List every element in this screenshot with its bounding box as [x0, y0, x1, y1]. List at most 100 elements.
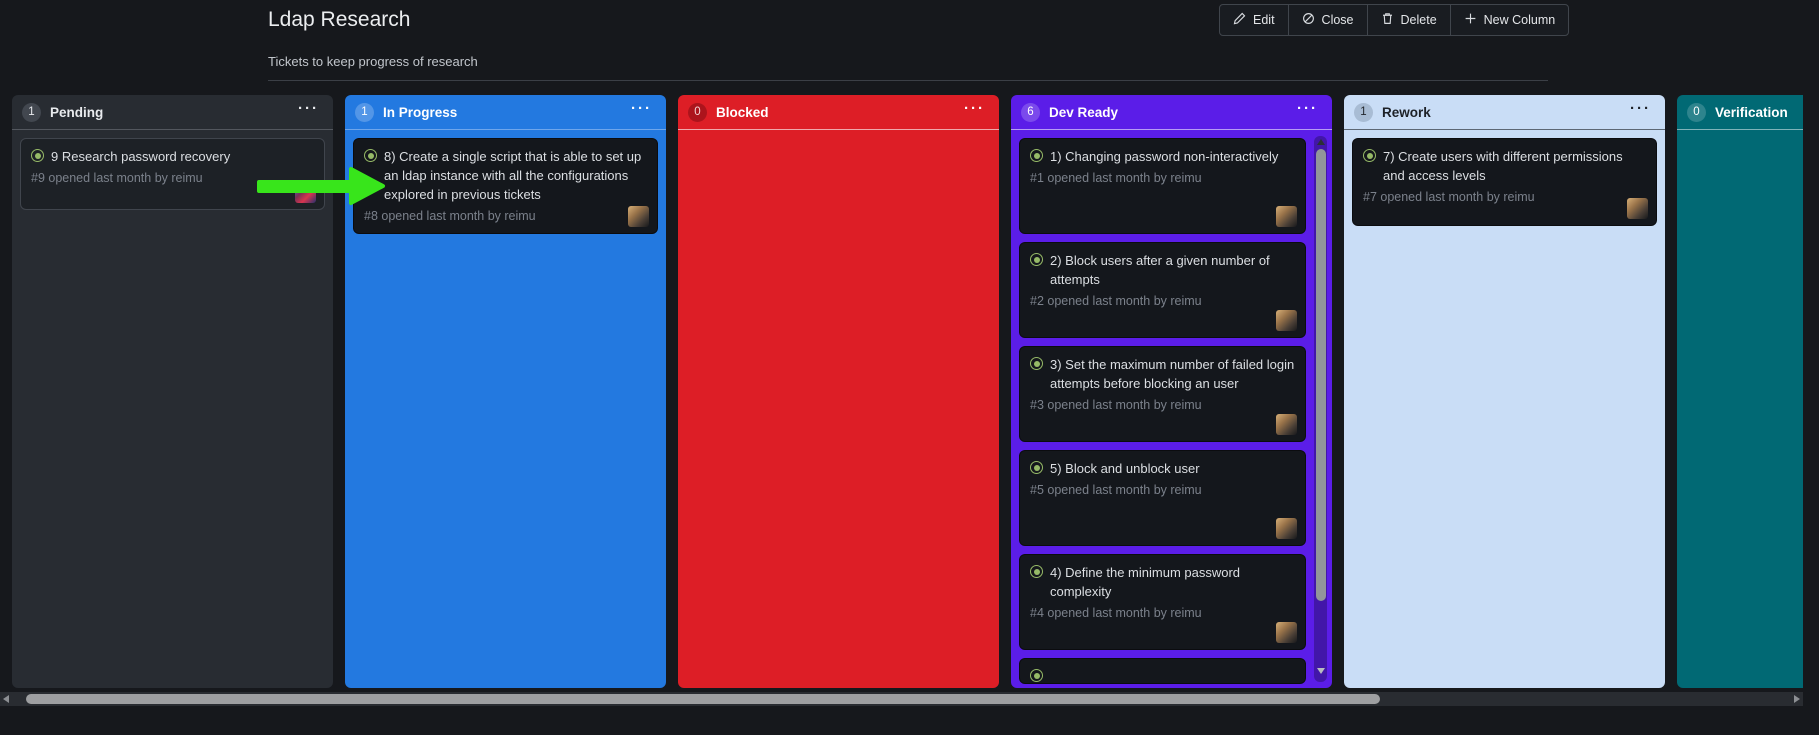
delete-button[interactable]: Delete — [1367, 4, 1451, 36]
open-issue-icon — [1030, 669, 1043, 682]
open-issue-icon — [1030, 565, 1043, 578]
issue-meta: #4 opened last month by reimu — [1030, 604, 1295, 622]
column-menu-button[interactable]: ··· — [296, 102, 321, 122]
open-issue-icon — [1030, 149, 1043, 162]
column-menu-button[interactable]: ··· — [1628, 102, 1653, 122]
column-count-badge: 1 — [22, 103, 41, 122]
column-title: In Progress — [383, 105, 620, 120]
column-cards: 7) Create users with different permissio… — [1344, 130, 1665, 688]
issue-title: 2) Block users after a given number of a… — [1050, 251, 1295, 289]
column-title: Dev Ready — [1049, 105, 1286, 120]
assignee-avatar[interactable] — [1276, 622, 1297, 643]
page-subtitle: Tickets to keep progress of research — [268, 54, 478, 69]
issue-card[interactable]: 3) Set the maximum number of failed logi… — [1019, 346, 1306, 442]
column-cards — [1677, 130, 1803, 688]
assignee-avatar[interactable] — [295, 182, 316, 203]
column-count-badge: 0 — [688, 103, 707, 122]
column-title: Rework — [1382, 105, 1619, 120]
toolbar-button-label: Edit — [1253, 13, 1275, 27]
issue-card[interactable] — [1019, 658, 1306, 684]
horizontal-scrollbar[interactable] — [0, 692, 1803, 706]
column-cards — [678, 130, 999, 688]
issue-title: 3) Set the maximum number of failed logi… — [1050, 355, 1295, 393]
board-column-inprogress: 1 In Progress ··· 8) Create a single scr… — [345, 95, 666, 688]
open-issue-icon — [364, 149, 377, 162]
scroll-left-arrow-icon[interactable] — [3, 695, 9, 703]
column-cards: 8) Create a single script that is able t… — [345, 130, 666, 688]
column-count-badge: 6 — [1021, 103, 1040, 122]
column-scrollbar[interactable] — [1314, 136, 1327, 682]
header-divider — [268, 80, 1548, 81]
open-issue-icon — [1030, 357, 1043, 370]
close-button[interactable]: Close — [1288, 4, 1368, 36]
column-header: 1 Pending ··· — [12, 95, 333, 130]
open-issue-icon — [1030, 253, 1043, 266]
column-menu-button[interactable]: ··· — [962, 102, 987, 122]
column-header: 6 Dev Ready ··· — [1011, 95, 1332, 130]
new-column-button[interactable]: New Column — [1450, 4, 1570, 36]
toolbar-button-label: New Column — [1484, 13, 1556, 27]
scroll-right-arrow-icon[interactable] — [1794, 695, 1800, 703]
issue-card[interactable]: 4) Define the minimum password complexit… — [1019, 554, 1306, 650]
scrollbar-down-arrow-icon[interactable] — [1317, 668, 1325, 674]
scrollbar-up-arrow-icon[interactable] — [1317, 139, 1325, 145]
issue-meta: #7 opened last month by reimu — [1363, 188, 1646, 206]
plus-icon — [1464, 12, 1477, 28]
column-header: 1 Rework ··· — [1344, 95, 1665, 130]
issue-card[interactable]: 9 Research password recovery #9 opened l… — [20, 138, 325, 210]
column-count-badge: 1 — [355, 103, 374, 122]
edit-button[interactable]: Edit — [1219, 4, 1289, 36]
assignee-avatar[interactable] — [1276, 310, 1297, 331]
open-issue-icon — [1030, 461, 1043, 474]
issue-card[interactable]: 8) Create a single script that is able t… — [353, 138, 658, 234]
column-header: 1 In Progress ··· — [345, 95, 666, 130]
open-issue-icon — [31, 149, 44, 162]
column-cards: 1) Changing password non-interactively #… — [1011, 130, 1332, 688]
issue-title: 7) Create users with different permissio… — [1383, 147, 1646, 185]
column-title: Blocked — [716, 105, 953, 120]
column-count-badge: 1 — [1354, 103, 1373, 122]
board-column-verification: 0 Verification ··· — [1677, 95, 1803, 688]
column-header: 0 Verification ··· — [1677, 95, 1803, 130]
issue-meta: #8 opened last month by reimu — [364, 207, 647, 225]
assignee-avatar[interactable] — [1276, 414, 1297, 435]
issue-title: 5) Block and unblock user — [1050, 459, 1200, 478]
assignee-avatar[interactable] — [1276, 206, 1297, 227]
issue-card[interactable]: 5) Block and unblock user #5 opened last… — [1019, 450, 1306, 546]
column-menu-button[interactable]: ··· — [1295, 102, 1320, 122]
issue-meta: #1 opened last month by reimu — [1030, 169, 1295, 187]
issue-card[interactable]: 7) Create users with different permissio… — [1352, 138, 1657, 226]
column-menu-button[interactable]: ··· — [629, 102, 654, 122]
pencil-icon — [1233, 12, 1246, 28]
horizontal-scrollbar-thumb[interactable] — [26, 694, 1380, 704]
project-toolbar: Edit Close Delete New Column — [1219, 4, 1569, 36]
open-issue-icon — [1363, 149, 1376, 162]
issue-title: 4) Define the minimum password complexit… — [1050, 563, 1295, 601]
issue-meta: #3 opened last month by reimu — [1030, 396, 1295, 414]
column-title: Verification — [1715, 105, 1803, 120]
issue-meta: #2 opened last month by reimu — [1030, 292, 1295, 310]
issue-title: 8) Create a single script that is able t… — [384, 147, 647, 204]
assignee-avatar[interactable] — [1627, 198, 1648, 219]
kanban-board: 1 Pending ··· 9 Research password recove… — [12, 95, 1803, 688]
trash-icon — [1381, 12, 1394, 28]
column-cards: 9 Research password recovery #9 opened l… — [12, 130, 333, 688]
board-column-rework: 1 Rework ··· 7) Create users with differ… — [1344, 95, 1665, 688]
column-count-badge: 0 — [1687, 103, 1706, 122]
assignee-avatar[interactable] — [1276, 518, 1297, 539]
page-title: Ldap Research — [268, 8, 410, 32]
scrollbar-thumb[interactable] — [1316, 149, 1326, 601]
issue-card[interactable]: 1) Changing password non-interactively #… — [1019, 138, 1306, 234]
circle-slash-icon — [1302, 12, 1315, 28]
issue-meta: #5 opened last month by reimu — [1030, 481, 1295, 499]
assignee-avatar[interactable] — [628, 206, 649, 227]
issue-title: 9 Research password recovery — [51, 147, 230, 166]
board-column-devready: 6 Dev Ready ··· 1) Changing password non… — [1011, 95, 1332, 688]
board-column-blocked: 0 Blocked ··· — [678, 95, 999, 688]
column-header: 0 Blocked ··· — [678, 95, 999, 130]
issue-card[interactable]: 2) Block users after a given number of a… — [1019, 242, 1306, 338]
board-column-pending: 1 Pending ··· 9 Research password recove… — [12, 95, 333, 688]
issue-title: 1) Changing password non-interactively — [1050, 147, 1278, 166]
issue-meta: #9 opened last month by reimu — [31, 169, 314, 187]
toolbar-button-label: Delete — [1401, 13, 1437, 27]
